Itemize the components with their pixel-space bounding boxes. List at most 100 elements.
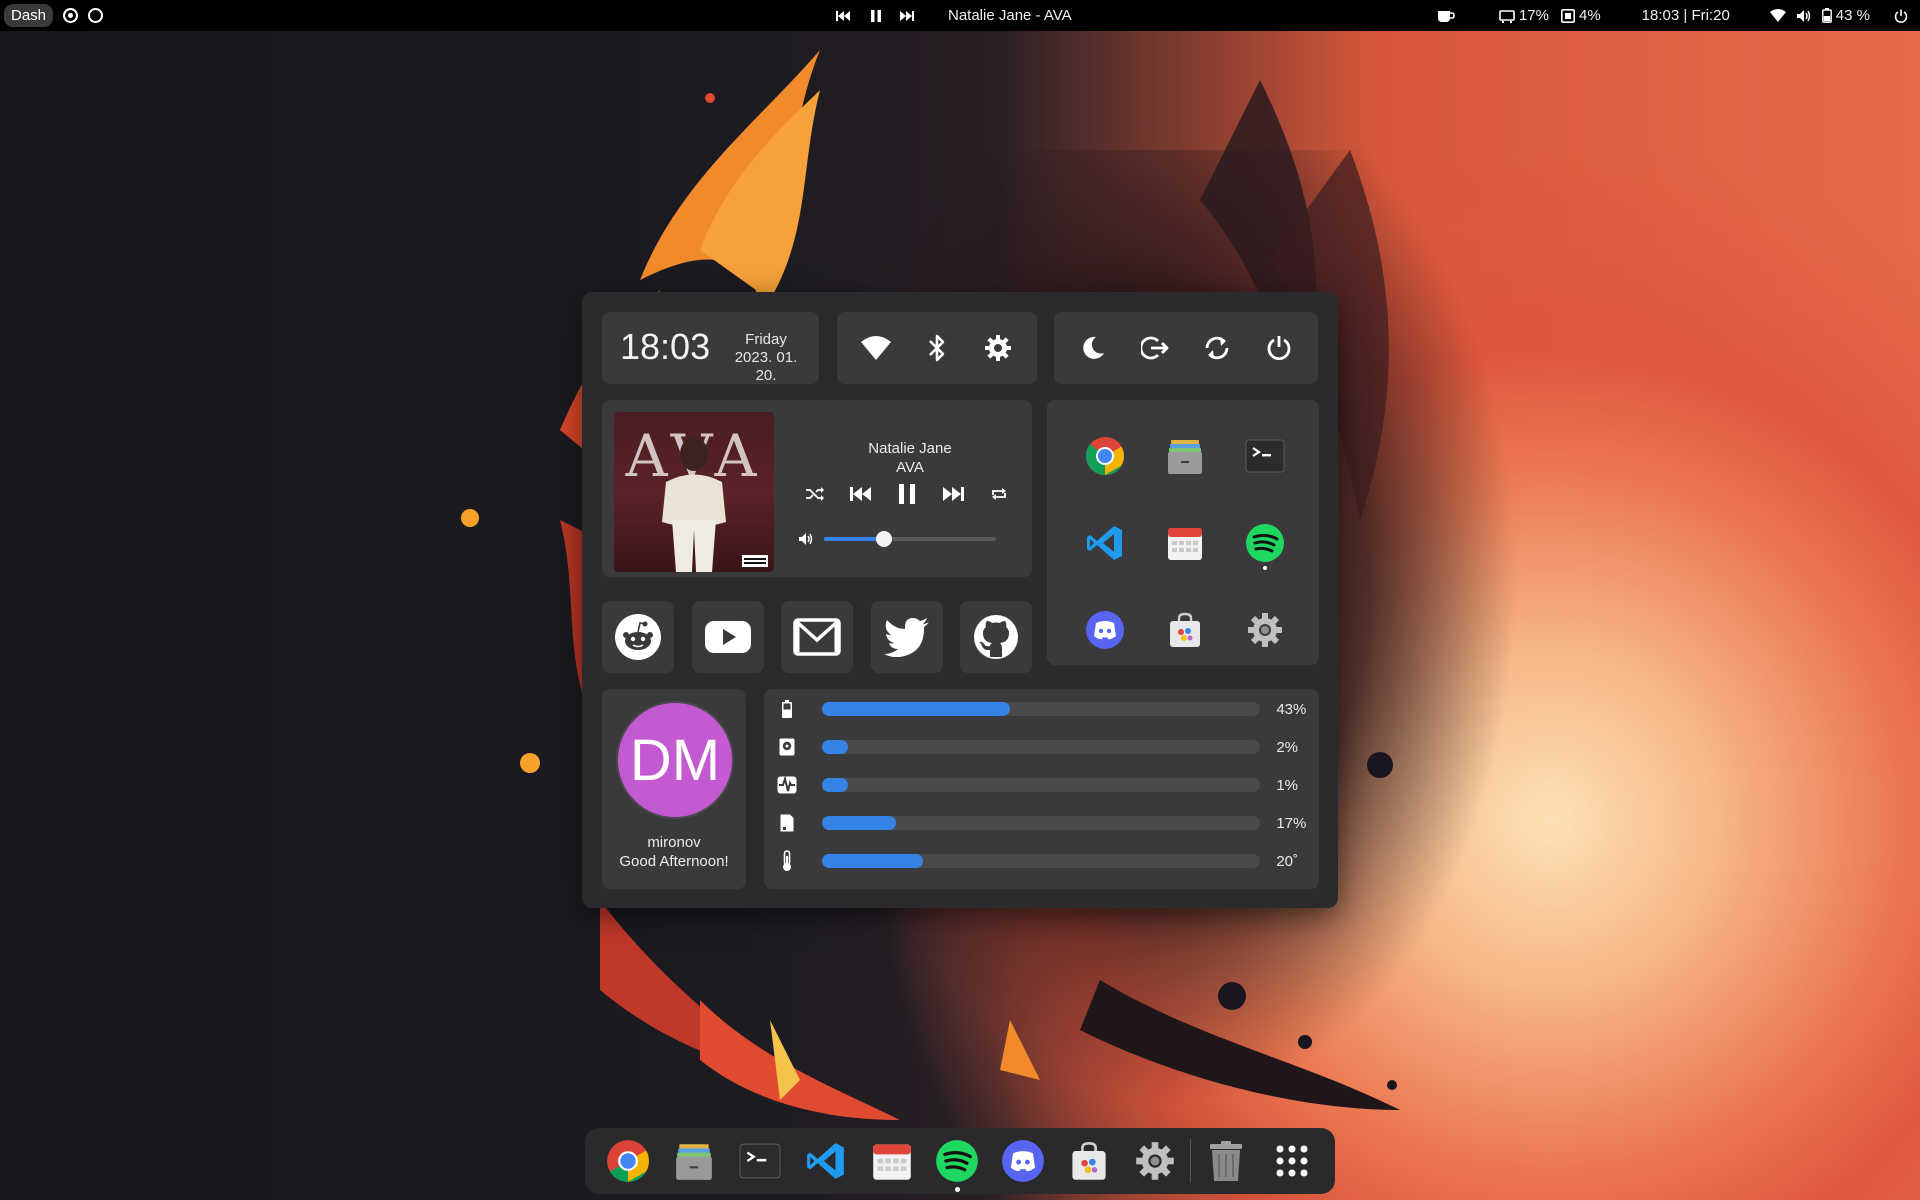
memory-icon [776, 813, 798, 833]
app-launcher-card [1047, 400, 1319, 665]
cpu-icon [1499, 9, 1515, 23]
stat-row-cpu: 1% [776, 775, 1316, 795]
battery-usage-value: 43% [1276, 700, 1307, 718]
volume-slider-handle[interactable] [876, 531, 893, 547]
previous-track-icon[interactable] [836, 10, 852, 22]
temperature-value: 20˚ [1276, 852, 1298, 870]
battery-indicator[interactable]: 43 % [1821, 7, 1870, 24]
calendar-icon [872, 1144, 911, 1180]
bluetooth-icon[interactable] [917, 328, 957, 368]
album-art[interactable]: AVA [614, 412, 774, 572]
github-link[interactable] [960, 601, 1032, 673]
pause-icon[interactable] [870, 9, 882, 22]
status-area: 17% 4% 18:03 | Fri:20 43 % [1437, 0, 1920, 31]
dock-item-files[interactable] [661, 1128, 727, 1194]
volume-slider[interactable] [824, 531, 996, 547]
dock-item-discord[interactable] [990, 1128, 1056, 1194]
memory-percent: 4% [1578, 7, 1601, 24]
web-links [602, 601, 1032, 673]
twitter-link[interactable] [870, 601, 943, 673]
software-icon [1072, 1141, 1106, 1180]
app-spotify[interactable] [1225, 499, 1305, 586]
dock-item-settings[interactable] [1122, 1128, 1188, 1194]
vscode-icon [1087, 525, 1122, 560]
power-menu-icon[interactable] [1894, 9, 1908, 23]
app-calendar[interactable] [1145, 499, 1225, 586]
reddit-link[interactable] [602, 601, 674, 673]
youtube-link[interactable] [691, 601, 764, 673]
terminal-icon [739, 1143, 781, 1179]
settings-icon [1248, 612, 1282, 647]
running-indicator [1263, 566, 1267, 570]
trash-icon [1210, 1141, 1243, 1181]
running-indicator [955, 1187, 961, 1192]
repeat-icon[interactable] [986, 481, 1012, 507]
track-artist: Natalie Jane [868, 440, 952, 457]
temperature-bar [821, 854, 1261, 868]
files-icon [676, 1144, 712, 1180]
dock-separator [1190, 1139, 1192, 1183]
dock-item-terminal[interactable] [727, 1128, 793, 1194]
app-terminal[interactable] [1225, 412, 1305, 499]
clock-time: 18:03 [620, 326, 711, 367]
dash-button[interactable]: Dash [4, 4, 54, 27]
app-vscode[interactable] [1065, 499, 1145, 586]
app-software[interactable] [1145, 586, 1225, 673]
sleep-icon[interactable] [1073, 328, 1113, 368]
system-stats-card: 43% 2% 1% 17% 20˚ [764, 689, 1319, 889]
volume-icon[interactable] [798, 532, 814, 546]
track-info: Natalie Jane AVA [792, 439, 1028, 477]
pause-icon[interactable] [894, 481, 920, 507]
top-bar: Dash Natalie Jane - AVA 17% 4% 18:03 | F… [0, 0, 1920, 31]
settings-icon[interactable] [978, 328, 1018, 368]
wifi-icon[interactable] [856, 328, 896, 368]
previous-track-icon[interactable] [848, 481, 874, 507]
memory-usage-bar [821, 816, 1261, 830]
storage-usage-bar [821, 740, 1261, 754]
dock-item-vscode[interactable] [793, 1128, 859, 1194]
avatar[interactable]: DM [616, 701, 734, 819]
dock-item-calendar[interactable] [859, 1128, 925, 1194]
twitter-icon [883, 618, 929, 657]
vscode-icon [806, 1143, 844, 1179]
restart-icon[interactable] [1197, 328, 1237, 368]
battery-usage-bar [821, 702, 1261, 716]
dock-item-software[interactable] [1056, 1128, 1122, 1194]
cpu-indicator[interactable]: 17% [1499, 7, 1549, 24]
next-track-icon[interactable] [900, 10, 916, 22]
power-card [1054, 312, 1318, 384]
logout-icon[interactable] [1135, 328, 1175, 368]
dock-item-chrome[interactable] [595, 1128, 661, 1194]
wifi-icon[interactable] [1769, 9, 1786, 22]
stat-row-temperature: 20˚ [776, 850, 1316, 871]
software-icon [1170, 612, 1200, 647]
app-discord[interactable] [1065, 586, 1145, 673]
caffeine-icon[interactable] [1437, 9, 1455, 23]
workspace-indicator-1[interactable] [63, 8, 79, 23]
show-applications-button[interactable] [1259, 1128, 1325, 1194]
dock-item-spotify[interactable] [925, 1128, 991, 1194]
spotify-icon [1246, 523, 1284, 562]
app-settings[interactable] [1225, 586, 1305, 673]
topbar-media-controls: Natalie Jane - AVA [836, 0, 1072, 31]
power-icon[interactable] [1259, 328, 1299, 368]
workspace-indicator-2[interactable] [88, 8, 104, 23]
quick-settings-card [837, 312, 1037, 384]
app-files[interactable] [1145, 412, 1225, 499]
spotify-icon [936, 1140, 979, 1182]
files-icon [1168, 439, 1202, 474]
discord-icon [1002, 1140, 1045, 1182]
topbar-media-title[interactable]: Natalie Jane - AVA [948, 7, 1072, 24]
stat-row-memory: 17% [776, 813, 1316, 833]
shuffle-icon[interactable] [802, 481, 828, 507]
clock-datetime[interactable]: 18:03 | Fri:20 [1642, 7, 1730, 24]
clock-card: 18:03 Friday 2023. 01. 20. [602, 312, 819, 384]
app-chrome[interactable] [1065, 412, 1145, 499]
volume-icon[interactable] [1796, 9, 1812, 23]
cpu-icon [776, 775, 798, 795]
dock-item-trash[interactable] [1193, 1128, 1259, 1194]
memory-indicator[interactable]: 4% [1560, 7, 1601, 24]
user-card: DM mironov Good Afternoon! [602, 689, 746, 889]
next-track-icon[interactable] [940, 481, 966, 507]
gmail-link[interactable] [781, 601, 853, 673]
